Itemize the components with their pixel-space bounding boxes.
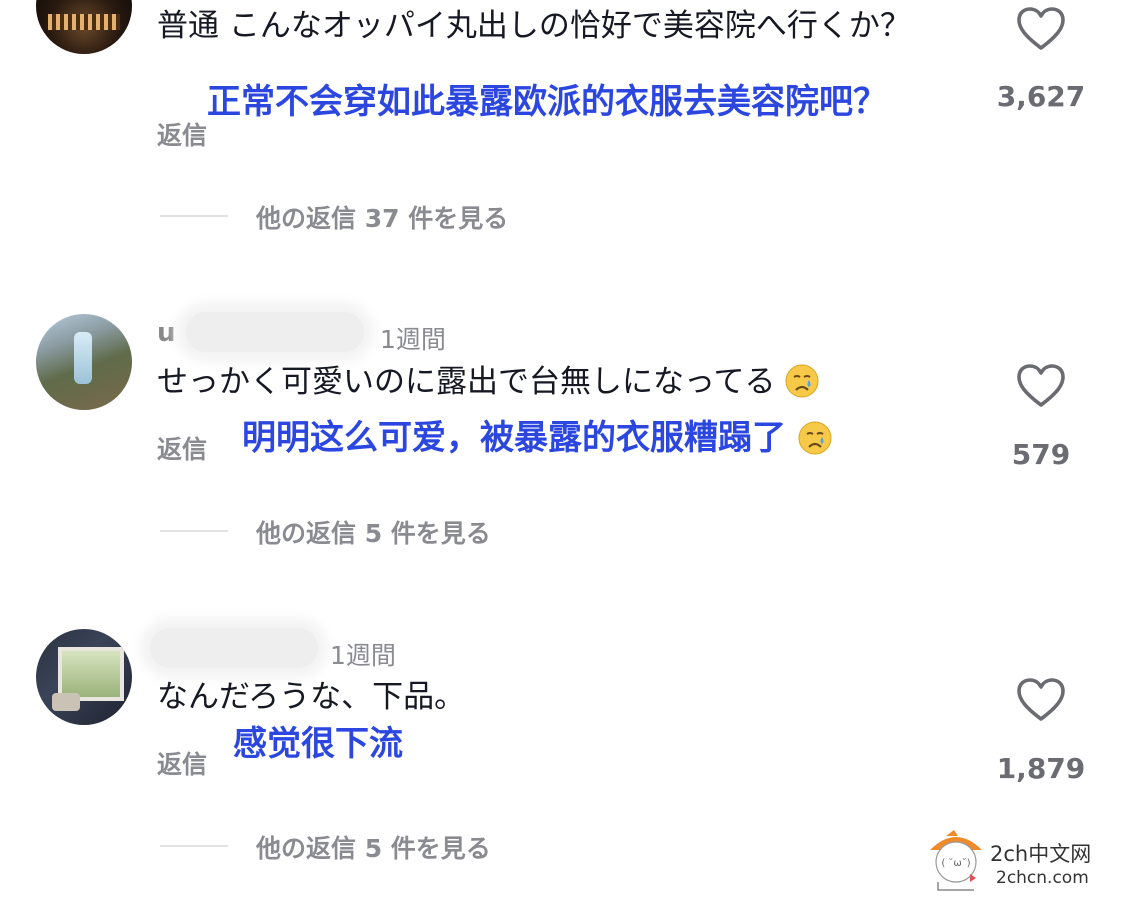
reply-button[interactable]: 返信	[157, 430, 207, 466]
heart-icon	[1017, 364, 1065, 407]
view-more-label: 他の返信 5 件を見る	[256, 519, 491, 548]
like-count: 3,627	[996, 80, 1086, 113]
view-more-label: 他の返信 37 件を見る	[256, 204, 509, 233]
crying-face-icon	[785, 364, 819, 398]
watermark-title: 2ch中文网	[990, 842, 1092, 866]
translation-overlay: 感觉很下流	[233, 724, 403, 764]
avatar[interactable]	[36, 0, 132, 54]
comment-text: 普通 こんなオッパイ丸出しの恰好で美容院へ行くか？	[157, 8, 911, 44]
divider	[160, 215, 228, 217]
translation-overlay: 正常不会穿如此暴露欧派的衣服去美容院吧？	[207, 82, 887, 122]
heart-icon	[1017, 7, 1065, 50]
view-more-label: 他の返信 5 件を見る	[256, 834, 491, 863]
translation-overlay: 明明这么可爱，被暴露的衣服糟蹋了	[242, 410, 832, 459]
watermark-url: 2chcn.com	[996, 868, 1089, 888]
redacted-username	[150, 628, 318, 668]
heart-icon	[1017, 678, 1065, 721]
timestamp: 1週間	[330, 641, 396, 670]
timestamp: 1週間	[380, 325, 446, 354]
divider	[160, 530, 228, 532]
like-count: 579	[1011, 438, 1071, 471]
svg-text:( ˘ω˘): ( ˘ω˘)	[941, 857, 970, 869]
avatar[interactable]	[36, 629, 132, 725]
redacted-username	[186, 312, 364, 352]
reply-button[interactable]: 返信	[157, 116, 207, 152]
crying-face-icon	[798, 421, 832, 455]
reply-button[interactable]: 返信	[157, 745, 207, 781]
comment-text: せっかく可愛いのに露出で台無しになってる	[157, 360, 819, 404]
comment-text: なんだろうな、下品。	[157, 679, 466, 715]
username[interactable]: u	[157, 318, 176, 348]
mascot-icon: ( ˘ω˘)	[930, 830, 982, 891]
watermark: ( ˘ω˘) 2ch中文网 2chcn.com	[926, 826, 1096, 896]
divider	[160, 845, 228, 847]
like-count: 1,879	[996, 752, 1086, 785]
avatar[interactable]	[36, 314, 132, 410]
